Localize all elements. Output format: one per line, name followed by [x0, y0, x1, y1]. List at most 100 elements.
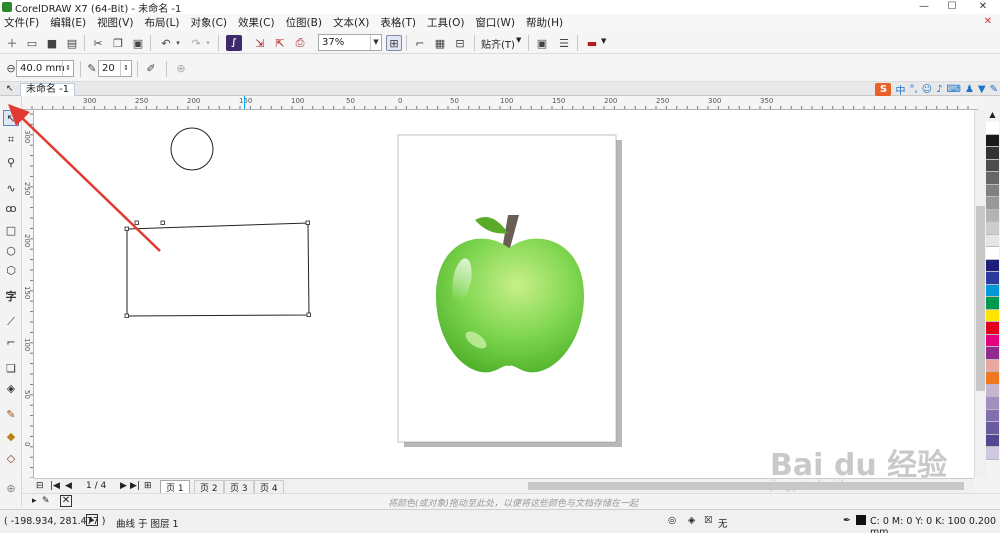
doc-palette-arrow-icon[interactable]: ▸	[32, 496, 37, 506]
color-swatch[interactable]	[986, 347, 999, 360]
color-swatch[interactable]	[986, 422, 999, 435]
punctuation-icon[interactable]: °,	[909, 84, 917, 95]
menu-edit[interactable]: 编辑(E)	[50, 15, 86, 30]
sogou-logo-icon[interactable]: S	[875, 82, 892, 96]
palette-up-icon[interactable]: ▲	[986, 110, 999, 122]
color-swatch[interactable]	[986, 434, 999, 447]
align-icon[interactable]: ☰	[556, 35, 572, 51]
redo-dropdown-icon[interactable]: ▾	[204, 35, 212, 51]
color-swatch[interactable]	[986, 309, 999, 322]
fill-indicator-icon[interactable]: ◎	[668, 515, 676, 526]
menu-bitmaps[interactable]: 位图(B)	[286, 15, 322, 30]
pick-icon[interactable]: ↖	[6, 84, 14, 94]
connector-icon[interactable]: ⌐	[3, 334, 19, 350]
color-swatch[interactable]	[986, 322, 999, 335]
maximize-button[interactable]: ☐	[938, 0, 966, 14]
keyboard-icon[interactable]: ⌨	[947, 84, 961, 95]
spinner-icon[interactable]: ⇕	[120, 61, 131, 76]
color-swatch[interactable]	[986, 172, 999, 185]
launch-icon[interactable]: ▬	[584, 35, 600, 51]
snap-to-menu[interactable]: 贴齐(T)	[481, 36, 515, 51]
color-swatch[interactable]	[986, 334, 999, 347]
cut-icon[interactable]: ✂	[90, 35, 106, 51]
vertical-scrollbar[interactable]	[974, 110, 986, 478]
undo-icon[interactable]: ↶	[158, 35, 174, 51]
minimize-button[interactable]: —	[910, 0, 938, 14]
page-options-icon[interactable]: ⊟	[36, 481, 44, 491]
outline-pen-icon[interactable]: ✒	[843, 515, 851, 526]
color-swatch[interactable]	[986, 247, 999, 260]
show-rulers-icon[interactable]: ⌐	[412, 35, 428, 51]
corel-connect-icon[interactable]: ∫	[226, 35, 242, 51]
color-swatch[interactable]	[986, 234, 999, 247]
color-swatch[interactable]	[986, 284, 999, 297]
smart-fill-icon[interactable]: ◇	[3, 450, 19, 466]
menu-text[interactable]: 文本(X)	[333, 15, 369, 30]
open-icon[interactable]: ▭	[24, 35, 40, 51]
color-swatch[interactable]	[986, 447, 999, 460]
undo-dropdown-icon[interactable]: ▾	[174, 35, 182, 51]
color-swatch[interactable]	[986, 409, 999, 422]
color-swatch[interactable]	[986, 122, 999, 135]
color-swatch[interactable]	[986, 359, 999, 372]
add-page-icon[interactable]: ⊞	[144, 481, 152, 491]
wrench-icon[interactable]: ✎	[990, 84, 998, 95]
document-tab[interactable]: 未命名 -1	[20, 83, 76, 96]
menu-object[interactable]: 对象(C)	[191, 15, 228, 30]
microphone-icon[interactable]: ♪	[936, 84, 942, 95]
last-page-icon[interactable]: ▶|	[130, 481, 140, 491]
export-icon[interactable]: ⇱	[272, 35, 288, 51]
ime-mode-label[interactable]: 中	[895, 82, 905, 97]
color-swatch[interactable]	[986, 384, 999, 397]
print-icon[interactable]: ▤	[64, 35, 80, 51]
zoom-level-combo[interactable]: 37% ▼	[318, 34, 382, 51]
color-fill-icon[interactable]: ◈	[688, 515, 695, 526]
pen-pressure-icon[interactable]: ✐	[143, 60, 159, 76]
doc-palette-eyedropper-icon[interactable]: ✎	[42, 496, 50, 506]
color-swatch[interactable]	[986, 184, 999, 197]
dimension-icon[interactable]: ⟋	[3, 314, 19, 330]
options-icon[interactable]: ▣	[534, 35, 550, 51]
menu-table[interactable]: 表格(T)	[380, 15, 416, 30]
miter-field[interactable]: 20 ⇕	[98, 60, 132, 77]
redo-icon[interactable]: ↷	[188, 35, 204, 51]
prev-page-icon[interactable]: ◀	[65, 481, 72, 491]
import-icon[interactable]: ⇲	[252, 35, 268, 51]
next-page-icon[interactable]: ▶	[120, 481, 127, 491]
skin-icon[interactable]: ♟	[965, 84, 974, 95]
color-swatch[interactable]	[986, 209, 999, 222]
first-page-icon[interactable]: |◀	[50, 481, 60, 491]
menu-tools[interactable]: 工具(O)	[427, 15, 464, 30]
text-icon[interactable]: 字	[3, 288, 19, 304]
eyedropper-icon[interactable]: ✎	[3, 406, 19, 422]
shadow-icon[interactable]: ❏	[3, 360, 19, 376]
color-swatch[interactable]	[986, 159, 999, 172]
mdi-close-icon[interactable]: ✕	[984, 16, 992, 27]
color-swatch[interactable]	[986, 134, 999, 147]
launch-dropdown-icon[interactable]: ▼	[601, 37, 606, 45]
spinner-icon[interactable]: ⇕	[62, 61, 73, 76]
menu-help[interactable]: 帮助(H)	[526, 15, 563, 30]
add-icon[interactable]: ⊕	[173, 60, 189, 76]
show-grid-icon[interactable]: ▦	[432, 35, 448, 51]
add-tool-icon[interactable]: ⊕	[3, 480, 19, 496]
menu-view[interactable]: 视图(V)	[97, 15, 133, 30]
color-swatch[interactable]	[986, 147, 999, 160]
shirt-icon[interactable]: ▼	[978, 84, 986, 95]
full-screen-icon[interactable]: ⊞	[386, 35, 402, 51]
fill-icon[interactable]: ◆	[3, 428, 19, 444]
vertical-scroll-thumb[interactable]	[976, 206, 985, 391]
save-icon[interactable]: ■	[44, 35, 60, 51]
copy-icon[interactable]: ❐	[110, 35, 126, 51]
color-swatch[interactable]	[986, 272, 999, 285]
publish-pdf-icon[interactable]: ⎙	[292, 35, 308, 51]
color-swatch[interactable]	[986, 197, 999, 210]
transparency-icon[interactable]: ◈	[3, 380, 19, 396]
menu-effects[interactable]: 效果(C)	[238, 15, 275, 30]
color-swatch[interactable]	[986, 297, 999, 310]
menu-file[interactable]: 文件(F)	[4, 15, 39, 30]
color-swatch[interactable]	[986, 222, 999, 235]
menu-window[interactable]: 窗口(W)	[475, 15, 515, 30]
color-swatch[interactable]	[986, 397, 999, 410]
close-button[interactable]: ✕	[966, 0, 1000, 14]
